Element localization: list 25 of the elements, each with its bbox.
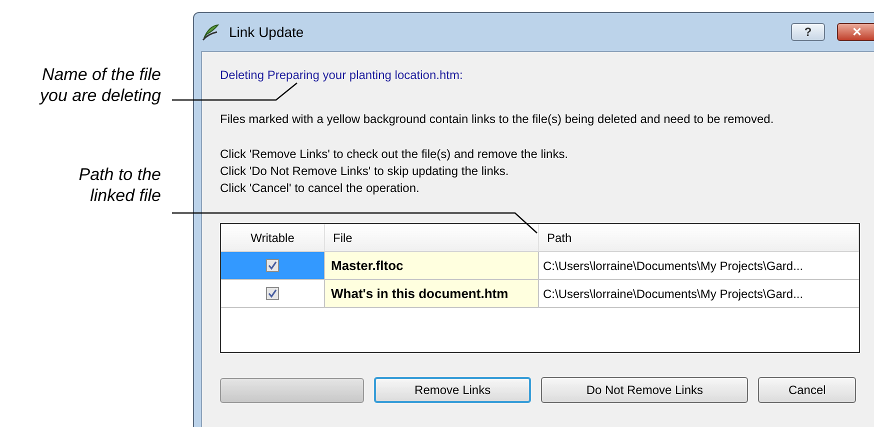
table-cell: What's in this document.htm bbox=[325, 280, 539, 307]
column-header[interactable]: Path bbox=[539, 224, 859, 251]
table-cell: Master.fltoc bbox=[325, 252, 539, 279]
callout-text: Name of the file you are deleting bbox=[40, 64, 161, 106]
callout-text: Path to the linked file bbox=[78, 164, 161, 206]
checkbox[interactable] bbox=[266, 287, 279, 300]
check-icon bbox=[268, 261, 277, 270]
checkbox[interactable] bbox=[266, 259, 279, 272]
instruction-text: Click 'Cancel' to cancel the operation. bbox=[220, 180, 420, 197]
deleting-file-text: Deleting Preparing your planting location.htm: bbox=[220, 67, 464, 84]
window-title: Link Update bbox=[229, 22, 304, 42]
info-text: Files marked with a yellow background contain links to the file(s) being deleted and need to be removed. bbox=[220, 111, 775, 128]
instruction-text: Click 'Do Not Remove Links' to skip updating the links. bbox=[220, 163, 510, 180]
writable-cell[interactable] bbox=[221, 252, 325, 279]
table-cell-text: C:\Users\lorraine\Documents\My Projects\Gard... bbox=[542, 286, 804, 302]
dialog-button[interactable]: Do Not Remove Links bbox=[541, 377, 748, 403]
dialog-button[interactable]: Remove Links bbox=[374, 377, 532, 403]
table-cell-text: C:\Users\lorraine\Documents\My Projects\Gard... bbox=[542, 258, 804, 274]
column-header[interactable]: Writable bbox=[221, 224, 325, 251]
column-header[interactable]: File bbox=[325, 224, 539, 251]
instruction-text: Click 'Remove Links' to check out the file(s) and remove the links. bbox=[220, 146, 570, 163]
check-icon bbox=[268, 289, 277, 298]
dialog-button[interactable]: Cancel bbox=[758, 377, 856, 403]
leaf-icon bbox=[201, 22, 221, 42]
help-button[interactable]: ? bbox=[791, 23, 825, 41]
